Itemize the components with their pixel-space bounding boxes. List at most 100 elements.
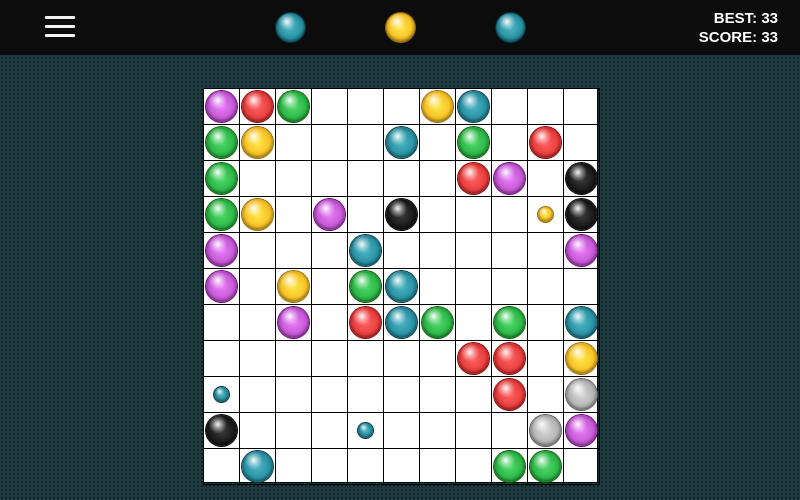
- board-cell[interactable]: [527, 376, 564, 413]
- purple-ball[interactable]: [314, 199, 345, 230]
- board-cell[interactable]: [347, 196, 384, 233]
- board-cell[interactable]: [275, 268, 312, 305]
- board-cell[interactable]: [347, 412, 384, 449]
- board-cell[interactable]: [275, 232, 312, 269]
- green-ball[interactable]: [458, 127, 489, 158]
- board-cell[interactable]: [311, 304, 348, 341]
- board-cell[interactable]: [347, 268, 384, 305]
- green-ball[interactable]: [206, 199, 237, 230]
- board-cell[interactable]: [419, 268, 456, 305]
- board-cell[interactable]: [563, 376, 600, 413]
- board-cell[interactable]: [275, 160, 312, 197]
- board-cell[interactable]: [419, 304, 456, 341]
- board-cell[interactable]: [527, 412, 564, 449]
- board-cell[interactable]: [383, 88, 420, 125]
- red-ball[interactable]: [242, 91, 273, 122]
- board-cell[interactable]: [275, 448, 312, 485]
- board-cell[interactable]: [203, 340, 240, 377]
- board-cell[interactable]: [203, 124, 240, 161]
- teal-ball[interactable]: [386, 271, 417, 302]
- board-cell[interactable]: [275, 304, 312, 341]
- purple-ball[interactable]: [206, 235, 237, 266]
- board-cell[interactable]: [383, 268, 420, 305]
- board-cell[interactable]: [239, 124, 276, 161]
- board-cell[interactable]: [311, 88, 348, 125]
- teal-ball[interactable]: [386, 307, 417, 338]
- board-cell[interactable]: [455, 124, 492, 161]
- board-cell[interactable]: [563, 304, 600, 341]
- board-cell[interactable]: [491, 160, 528, 197]
- board-cell[interactable]: [311, 124, 348, 161]
- board-cell[interactable]: [455, 160, 492, 197]
- board-cell[interactable]: [203, 88, 240, 125]
- board-cell[interactable]: [563, 268, 600, 305]
- teal-ball[interactable]: [566, 307, 597, 338]
- board-cell[interactable]: [491, 412, 528, 449]
- green-ball[interactable]: [494, 307, 525, 338]
- board-cell[interactable]: [347, 124, 384, 161]
- red-ball[interactable]: [494, 343, 525, 374]
- board-cell[interactable]: [311, 340, 348, 377]
- board-cell[interactable]: [239, 160, 276, 197]
- board-cell[interactable]: [203, 304, 240, 341]
- red-ball[interactable]: [458, 163, 489, 194]
- board-cell[interactable]: [275, 88, 312, 125]
- purple-ball[interactable]: [206, 91, 237, 122]
- board-cell[interactable]: [383, 340, 420, 377]
- red-ball[interactable]: [494, 379, 525, 410]
- teal-ball[interactable]: [350, 235, 381, 266]
- board-cell[interactable]: [527, 268, 564, 305]
- board-cell[interactable]: [239, 196, 276, 233]
- board-cell[interactable]: [239, 412, 276, 449]
- teal-ball[interactable]: [386, 127, 417, 158]
- black-ball[interactable]: [206, 415, 237, 446]
- board-cell[interactable]: [203, 196, 240, 233]
- board-cell[interactable]: [527, 448, 564, 485]
- purple-ball[interactable]: [566, 415, 597, 446]
- next-spawn-teal-ball[interactable]: [214, 387, 229, 402]
- board-cell[interactable]: [239, 88, 276, 125]
- board-cell[interactable]: [527, 304, 564, 341]
- black-ball[interactable]: [386, 199, 417, 230]
- board-cell[interactable]: [563, 448, 600, 485]
- board-cell[interactable]: [383, 232, 420, 269]
- board-cell[interactable]: [275, 124, 312, 161]
- board-cell[interactable]: [239, 448, 276, 485]
- board-cell[interactable]: [419, 196, 456, 233]
- board-cell[interactable]: [275, 196, 312, 233]
- board-cell[interactable]: [419, 340, 456, 377]
- board-cell[interactable]: [311, 448, 348, 485]
- yellow-ball[interactable]: [566, 343, 597, 374]
- board-cell[interactable]: [347, 160, 384, 197]
- board-cell[interactable]: [311, 232, 348, 269]
- board-cell[interactable]: [563, 160, 600, 197]
- black-ball[interactable]: [566, 163, 597, 194]
- purple-ball[interactable]: [566, 235, 597, 266]
- next-spawn-yellow-ball[interactable]: [538, 207, 553, 222]
- hamburger-menu-icon[interactable]: [45, 16, 75, 40]
- board-cell[interactable]: [563, 232, 600, 269]
- board-cell[interactable]: [311, 160, 348, 197]
- board-cell[interactable]: [347, 88, 384, 125]
- yellow-ball[interactable]: [422, 91, 453, 122]
- red-ball[interactable]: [350, 307, 381, 338]
- board-cell[interactable]: [491, 124, 528, 161]
- board-cell[interactable]: [347, 376, 384, 413]
- board-cell[interactable]: [203, 412, 240, 449]
- board-cell[interactable]: [527, 88, 564, 125]
- yellow-ball[interactable]: [278, 271, 309, 302]
- board-cell[interactable]: [383, 376, 420, 413]
- board-cell[interactable]: [203, 448, 240, 485]
- board-cell[interactable]: [527, 232, 564, 269]
- purple-ball[interactable]: [206, 271, 237, 302]
- board-cell[interactable]: [275, 340, 312, 377]
- board-cell[interactable]: [203, 376, 240, 413]
- board-cell[interactable]: [275, 376, 312, 413]
- board-cell[interactable]: [563, 88, 600, 125]
- board-cell[interactable]: [527, 340, 564, 377]
- board-cell[interactable]: [491, 376, 528, 413]
- board-cell[interactable]: [419, 124, 456, 161]
- board-cell[interactable]: [491, 232, 528, 269]
- purple-ball[interactable]: [278, 307, 309, 338]
- green-ball[interactable]: [422, 307, 453, 338]
